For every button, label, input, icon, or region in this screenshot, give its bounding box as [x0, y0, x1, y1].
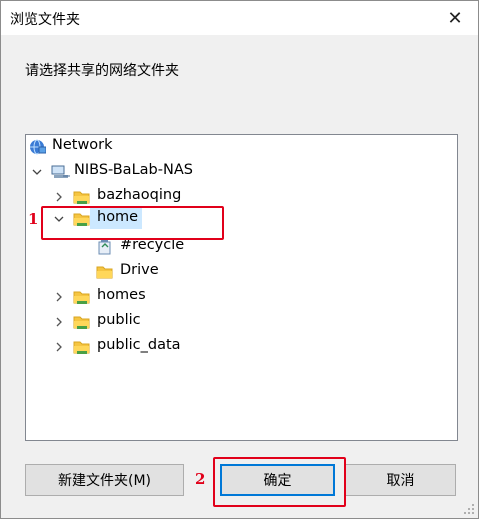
prompt-text: 请选择共享的网络文件夹 — [25, 63, 179, 79]
tree-item-drive[interactable]: Drive — [26, 261, 455, 283]
tree-item-label: Drive — [120, 262, 159, 278]
cancel-button[interactable]: 取消 — [345, 464, 456, 496]
tree-item-label: bazhaoqing — [97, 187, 182, 203]
title-bar: 浏览文件夹 ✕ — [1, 1, 478, 35]
tree-item-label: homes — [97, 287, 146, 303]
shared-folder-icon — [73, 288, 91, 306]
tree-item-label: Network — [52, 137, 113, 153]
chevron-down-icon[interactable] — [31, 166, 43, 178]
browse-folder-dialog: 浏览文件夹 ✕ 请选择共享的网络文件夹 Network NIBS-BaLab-N… — [0, 0, 479, 519]
chevron-right-icon[interactable] — [53, 291, 65, 303]
tree-item-label: public_data — [97, 337, 181, 353]
chevron-right-icon[interactable] — [53, 341, 65, 353]
folder-tree[interactable]: Network NIBS-BaLab-NAS bazhaoqing home #… — [25, 134, 458, 441]
tree-item-label: public — [97, 312, 141, 328]
annotation-box-home — [41, 206, 224, 240]
shared-folder-icon — [73, 313, 91, 331]
folder-icon — [96, 263, 114, 281]
tree-item-public[interactable]: public — [26, 311, 455, 333]
tree-item-label: NIBS-BaLab-NAS — [74, 162, 193, 178]
chevron-right-icon[interactable] — [53, 191, 65, 203]
tree-item-network[interactable]: Network — [26, 136, 455, 158]
close-icon: ✕ — [447, 7, 463, 29]
shared-folder-icon — [73, 338, 91, 356]
tree-item-public-data[interactable]: public_data — [26, 336, 455, 358]
recycle-folder-icon — [96, 238, 114, 256]
annotation-step-1: 1 — [28, 210, 39, 228]
tree-item-homes[interactable]: homes — [26, 286, 455, 308]
shared-folder-icon — [73, 188, 91, 206]
network-icon — [28, 139, 46, 155]
close-button[interactable]: ✕ — [432, 1, 478, 35]
annotation-box-ok — [213, 457, 346, 507]
annotation-step-2: 2 — [195, 470, 206, 488]
tree-item-bazhaoqing[interactable]: bazhaoqing — [26, 186, 455, 208]
computer-icon — [51, 165, 71, 179]
tree-item-nas[interactable]: NIBS-BaLab-NAS — [26, 161, 455, 183]
window-title: 浏览文件夹 — [10, 12, 80, 28]
resize-grip-icon[interactable] — [463, 503, 475, 515]
chevron-right-icon[interactable] — [53, 316, 65, 328]
new-folder-button[interactable]: 新建文件夹(M) — [25, 464, 184, 496]
